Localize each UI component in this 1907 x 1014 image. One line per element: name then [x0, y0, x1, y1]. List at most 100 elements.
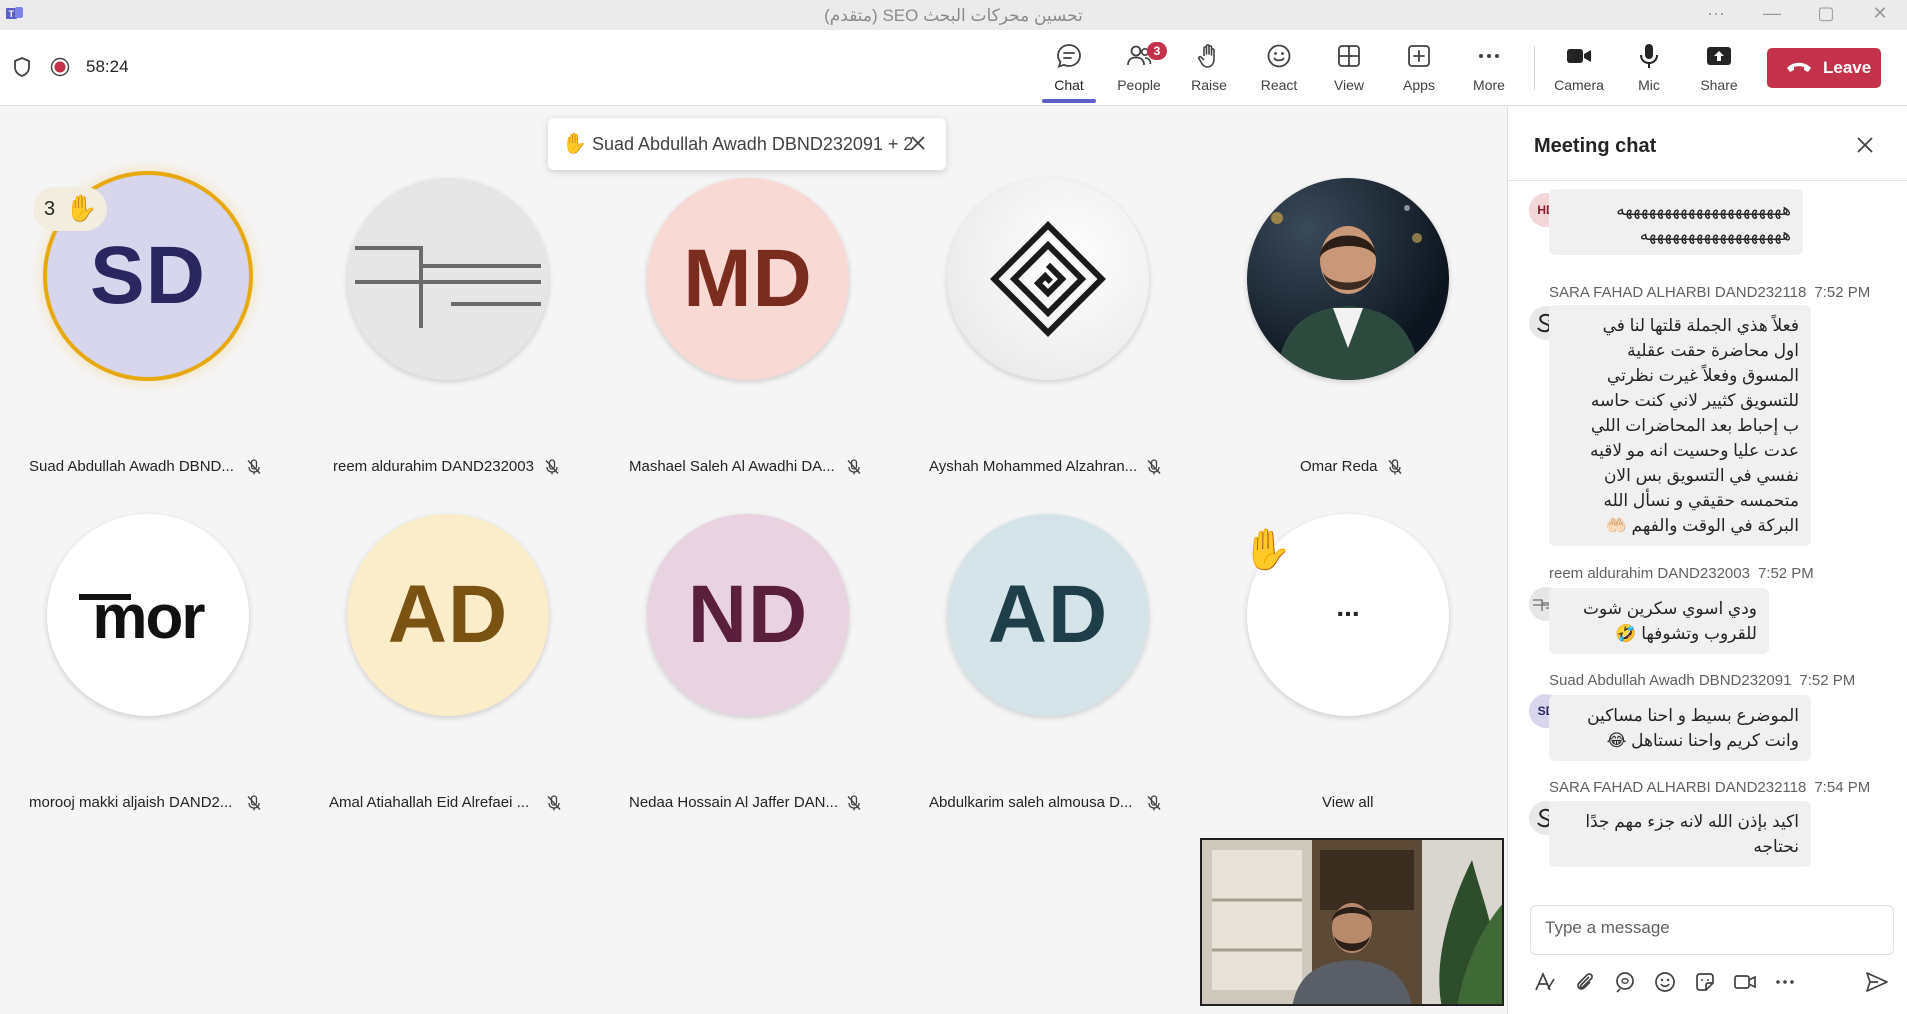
profile-logo-image [355, 246, 541, 328]
add-app-icon [1408, 45, 1430, 67]
chat-button[interactable]: Chat [1036, 30, 1102, 106]
participant-name: Amal Atiahallah Eid Alrefaei ... [329, 794, 530, 811]
people-count-badge: 3 [1147, 42, 1167, 60]
profile-photo [1271, 205, 1422, 380]
avatar: MD [647, 178, 849, 380]
more-button[interactable]: More [1456, 30, 1522, 106]
avatar: ND [647, 514, 849, 716]
mic-off-icon [1147, 795, 1161, 811]
participant-tile[interactable]: Omar Reda [1200, 160, 1500, 475]
apps-button[interactable]: Apps [1386, 30, 1452, 106]
send-icon[interactable] [1864, 969, 1890, 995]
participant-tile[interactable]: reem aldurahim DAND232003 [300, 160, 600, 475]
avatar [347, 178, 549, 380]
mic-button[interactable]: Mic [1616, 30, 1682, 106]
format-text-icon[interactable] [1532, 969, 1558, 995]
message-bubble[interactable]: فعلاً هذي الجملة قلتها لنا في اول محاضرة… [1549, 305, 1811, 546]
close-icon[interactable] [908, 133, 928, 153]
participant-tile[interactable]: Ayshah Mohammed Alzahran... [900, 160, 1200, 475]
raised-hands-banner[interactable]: ✋ Suad Abdullah Awadh DBND232091 + 2 [548, 118, 946, 170]
raise-hand-badge: 3 ✋ [33, 187, 107, 231]
view-all-label[interactable]: View all [1322, 794, 1373, 811]
participant-tile[interactable]: SD 3 ✋ Suad Abdullah Awadh DBND... [0, 160, 300, 475]
message-sender: SARA FAHAD ALHARBI DAND232118 7:52 PM [1549, 284, 1871, 301]
participant-name: Mashael Saleh Al Awadhi DA... [629, 458, 835, 475]
mic-off-icon [1147, 459, 1161, 475]
message-input[interactable] [1545, 918, 1875, 938]
participant-name: Ayshah Mohammed Alzahran... [929, 458, 1138, 475]
video-clip-icon[interactable] [1732, 969, 1758, 995]
message-bubble[interactable]: ودي اسوي سكرين شوت للقروب وتشوفها 🤣 [1549, 588, 1769, 654]
share-screen-icon [1707, 47, 1731, 65]
raise-hand-button[interactable]: Raise [1176, 30, 1242, 106]
mic-off-icon [847, 795, 861, 811]
close-window-icon[interactable]: ✕ [1860, 2, 1900, 26]
active-tab-indicator [1042, 99, 1096, 103]
participant-name: Omar Reda [1300, 458, 1378, 475]
emoji-icon [1267, 44, 1291, 68]
chat-message-list[interactable]: HD هههههههههههههههههههههه هههههههههههههه… [1508, 181, 1907, 887]
participant-name: reem aldurahim DAND232003 [333, 458, 534, 475]
camera-icon [1567, 49, 1591, 63]
chat-panel-title: Meeting chat [1534, 135, 1657, 157]
avatar: AD [347, 514, 549, 716]
participant-name: Suad Abdullah Awadh DBND... [29, 458, 234, 475]
self-video-preview[interactable] [1200, 838, 1504, 1006]
more-icon [1479, 54, 1499, 58]
toolbar-divider [1534, 46, 1535, 90]
leave-button[interactable]: Leave [1767, 48, 1881, 88]
message-sender: reem aldurahim DAND232003 7:52 PM [1549, 565, 1814, 582]
chat-icon [1057, 44, 1081, 68]
participant-tile[interactable]: mor morooj makki aljaish DAND2... [0, 496, 300, 811]
participant-tile[interactable]: MD Mashael Saleh Al Awadhi DA... [600, 160, 900, 475]
view-button[interactable]: View [1316, 30, 1382, 106]
more-options-icon[interactable] [1772, 969, 1798, 995]
mic-off-icon [247, 795, 261, 811]
message-bubble[interactable]: الموضرع بسيط و احنا مساكين وانت كريم واح… [1549, 695, 1811, 761]
avatar: AD [947, 514, 1149, 716]
participant-name: Nedaa Hossain Al Jaffer DAN... [629, 794, 838, 811]
raised-hand-icon: ✋ [1242, 528, 1292, 572]
mic-off-icon [547, 795, 561, 811]
loop-icon[interactable] [1612, 969, 1638, 995]
more-participants-icon: ... [1336, 591, 1360, 622]
close-icon[interactable] [1855, 135, 1875, 155]
window-title: تحسين محركات البحث SEO (متقدم) [824, 6, 1083, 25]
self-video-frame [1202, 840, 1502, 1004]
mic-off-icon [847, 459, 861, 475]
message-sender: SARA FAHAD ALHARBI DAND232118 7:54 PM [1549, 779, 1871, 796]
hand-icon [1198, 44, 1215, 68]
view-all-tile[interactable]: ... ✋ View all [1200, 496, 1500, 811]
message-bubble[interactable]: اكيد بإذن الله لانه جزء مهم جدًا نحتاجه [1549, 801, 1811, 867]
calligraphy-logo-image [990, 221, 1106, 337]
attach-icon[interactable] [1572, 969, 1598, 995]
participant-tile[interactable]: ND Nedaa Hossain Al Jaffer DAN... [600, 496, 900, 811]
participant-tile[interactable]: AD Amal Atiahallah Eid Alrefaei ... [300, 496, 600, 811]
participant-name: Abdulkarim saleh almousa D... [929, 794, 1133, 811]
shield-icon[interactable] [12, 56, 32, 78]
meeting-chat-panel: Meeting chat HD هههههههههههههههههههههه ه… [1507, 107, 1907, 1014]
sticker-icon[interactable] [1692, 969, 1718, 995]
message-bubble[interactable]: هههههههههههههههههههههه ههههههههههههههههه… [1549, 189, 1803, 255]
emoji-icon[interactable] [1652, 969, 1678, 995]
window-more-icon[interactable]: ··· [1696, 2, 1736, 26]
maximize-icon[interactable]: ▢ [1806, 2, 1846, 26]
raised-hand-icon: ✋ [562, 133, 587, 155]
logo-bar [79, 594, 131, 600]
recording-icon[interactable] [50, 57, 70, 77]
people-button[interactable]: 3 People [1106, 30, 1172, 106]
participant-tile[interactable]: AD Abdulkarim saleh almousa D... [900, 496, 1200, 811]
share-button[interactable]: Share [1686, 30, 1752, 106]
mic-off-icon [1388, 459, 1402, 475]
minimize-icon[interactable]: — [1752, 2, 1792, 26]
avatar [947, 178, 1149, 380]
mic-icon [1640, 44, 1658, 68]
camera-button[interactable]: Camera [1546, 30, 1612, 106]
meeting-toolbar: 58:24 Chat 3 People Raise React View App… [0, 30, 1907, 106]
grid-view-icon [1338, 45, 1360, 67]
participant-name: morooj makki aljaish DAND2... [29, 794, 233, 811]
raised-hand-icon: ✋ [65, 193, 98, 223]
title-bar: T تحسين محركات البحث SEO (متقدم) ··· — ▢… [0, 0, 1907, 30]
react-button[interactable]: React [1246, 30, 1312, 106]
message-composer[interactable] [1530, 905, 1894, 955]
